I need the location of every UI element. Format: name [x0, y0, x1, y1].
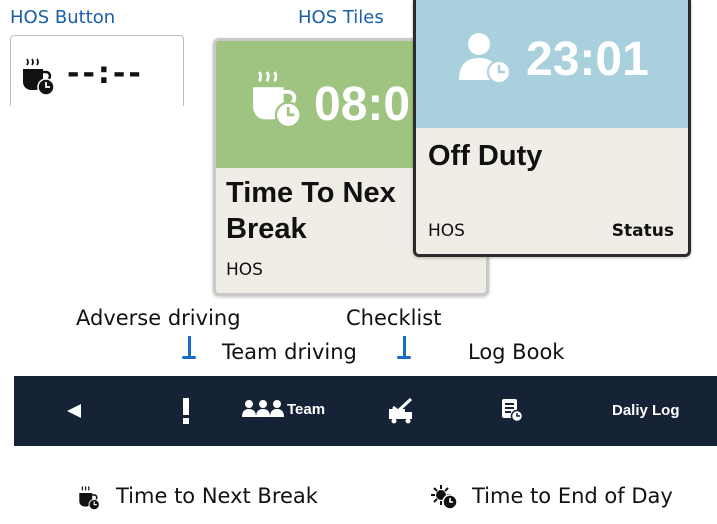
adverse-driving-pointer-foot [182, 356, 196, 359]
checklist-pointer [403, 336, 406, 358]
break-tile-footer: HOS [226, 260, 263, 280]
daily-log-button[interactable]: Daliy Log [612, 402, 680, 419]
log-book-button[interactable] [501, 398, 523, 422]
checklist-pointer-foot [397, 356, 411, 359]
log-book-label: Log Book [468, 340, 565, 364]
hos-tiles-caption: HOS Tiles [298, 7, 384, 28]
back-button[interactable] [66, 403, 82, 419]
hos-button-caption: HOS Button [10, 7, 116, 28]
team-driving-button[interactable]: Team [242, 399, 325, 419]
checklist-button[interactable] [388, 398, 414, 424]
checklist-label: Checklist [346, 306, 442, 330]
person-clock-icon [459, 33, 511, 84]
sun-clock-icon [431, 485, 458, 510]
team-people-icon [242, 400, 284, 417]
legend-end-of-day-label: Time to End of Day [472, 484, 673, 508]
adverse-driving-label: Adverse driving [76, 306, 241, 330]
adverse-driving-pointer [188, 336, 191, 358]
team-label: Team [287, 400, 326, 418]
break-tile-time: 08:0 [314, 78, 411, 131]
checklist-truck-icon [389, 398, 413, 424]
hos-button-time: --:-- [67, 56, 144, 91]
bottom-navigation-bar: Team Daliy Log [14, 376, 717, 446]
legend-next-break-label: Time to Next Break [116, 484, 318, 508]
break-tile-title-line2: Break [226, 213, 307, 245]
back-triangle-icon [67, 404, 81, 418]
status-tile-time: 23:01 [526, 33, 649, 86]
status-tile-header: 23:01 [416, 0, 688, 128]
coffee-cup-clock-icon [79, 486, 100, 511]
exclamation-icon [183, 398, 189, 424]
status-tile-footer-right: Status [611, 221, 674, 241]
off-duty-status-tile[interactable]: 23:01 Off Duty HOS Status [413, 0, 691, 257]
logbook-clock-icon [502, 399, 523, 422]
status-tile-title: Off Duty [428, 140, 543, 172]
daily-log-label: Daliy Log [612, 402, 680, 419]
hos-button[interactable]: --:-- [10, 35, 184, 106]
status-tile-footer-left: HOS [428, 221, 465, 241]
coffee-cup-clock-icon [23, 58, 55, 96]
team-driving-label: Team driving [222, 340, 357, 364]
adverse-driving-button[interactable] [182, 398, 190, 424]
coffee-cup-clock-icon [253, 71, 302, 129]
break-tile-title-line1: Time To Nex [226, 177, 396, 209]
